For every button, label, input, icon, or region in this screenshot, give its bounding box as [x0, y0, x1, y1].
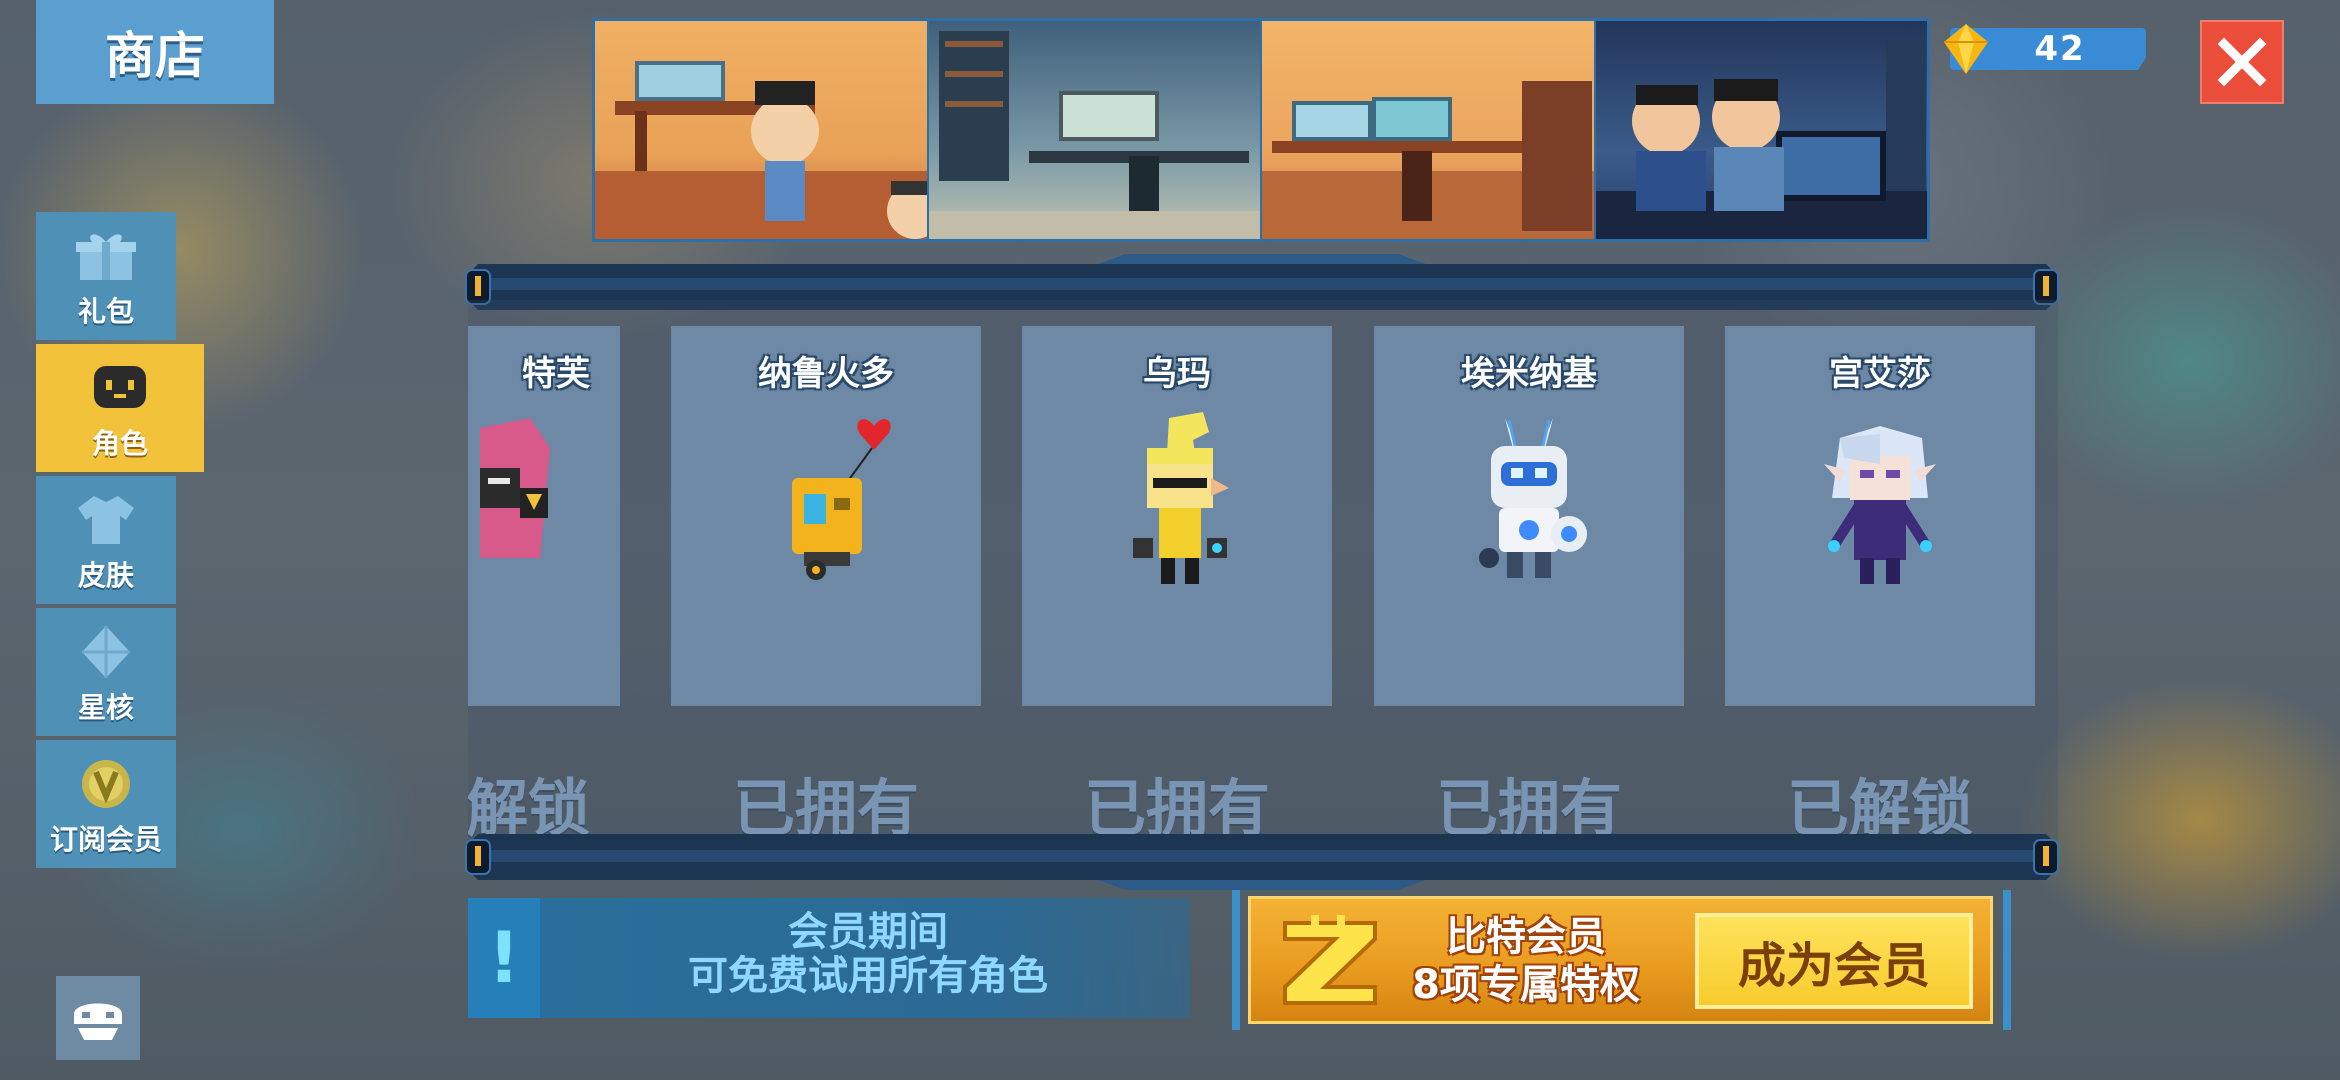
- character-face-icon: [94, 366, 146, 408]
- sidebar: 礼包 角色 皮肤 星核 订阅会员: [36, 212, 204, 872]
- character-status: 已拥有: [1435, 772, 1622, 840]
- sidebar-label: 星核: [77, 691, 134, 724]
- vip-line-1: 比特会员: [1446, 914, 1606, 960]
- chat-button[interactable]: [56, 976, 140, 1060]
- vip-promo-text: 比特会员 8项专属特权: [1401, 913, 1651, 1009]
- vip-badge-icon: [82, 760, 130, 808]
- gift-icon: [76, 234, 136, 280]
- sidebar-label: 订阅会员: [49, 823, 162, 856]
- character-name: 纳鲁火多: [758, 354, 894, 394]
- vip-line-2: 8项专属特权: [1412, 962, 1640, 1008]
- character-card[interactable]: 埃米纳基 已拥有: [1374, 326, 1684, 840]
- character-name: 特芙: [522, 354, 590, 394]
- character-name: 宫艾莎: [1829, 354, 1931, 394]
- close-button[interactable]: [2200, 20, 2284, 104]
- banner-image: [595, 21, 929, 239]
- info-badge: !: [468, 898, 540, 1018]
- banner-image: [1262, 21, 1596, 239]
- character-status: 已拥有: [732, 772, 919, 840]
- character-status: 已拥有: [1083, 772, 1270, 840]
- character-card[interactable]: 特芙 解锁: [468, 326, 620, 840]
- character-status: 已解锁: [1786, 772, 1973, 840]
- character-portrait: [480, 418, 550, 558]
- vip-frame-decoration: [2003, 890, 2011, 1030]
- bottom-rail-decoration: [465, 834, 2059, 890]
- close-icon: [2217, 37, 2267, 87]
- character-card[interactable]: 乌玛 已拥有: [1022, 326, 1332, 840]
- shop-title: 商店: [36, 0, 274, 104]
- character-portrait: [1824, 426, 1936, 584]
- shirt-icon: [78, 496, 134, 544]
- character-name: 埃米纳基: [1461, 354, 1597, 394]
- gem-icon: [1944, 24, 1988, 74]
- vip-logo-icon: [1283, 915, 1377, 1005]
- exclamation-icon: !: [488, 917, 520, 999]
- character-name: 乌玛: [1143, 354, 1211, 394]
- sidebar-label: 皮肤: [77, 559, 134, 592]
- membership-info: ! 会员期间 可免费试用所有角色: [468, 898, 1190, 1018]
- sidebar-label: 角色: [91, 427, 148, 460]
- sidebar-label: 礼包: [77, 295, 134, 328]
- character-portrait: [1133, 412, 1229, 584]
- vip-frame-decoration: [1232, 890, 1240, 1030]
- info-line-1: 会员期间: [788, 909, 948, 955]
- character-card[interactable]: 宫艾莎 已解锁: [1725, 326, 2035, 840]
- promo-banner[interactable]: [592, 18, 1930, 242]
- banner-image: [928, 21, 1262, 239]
- info-line-2: 可免费试用所有角色: [688, 953, 1048, 999]
- star-core-icon: [82, 626, 130, 678]
- character-portrait: [1479, 418, 1587, 578]
- character-status: 解锁: [468, 772, 590, 840]
- chat-robot-icon: [74, 1003, 122, 1040]
- banner-image: [1595, 21, 1927, 239]
- membership-info-text: 会员期间 可免费试用所有角色: [548, 910, 1188, 998]
- become-member-button[interactable]: 成为会员: [1695, 913, 1973, 1009]
- sidebar-item-star-core[interactable]: 星核: [36, 608, 176, 736]
- sidebar-item-character[interactable]: 角色: [36, 344, 204, 472]
- sidebar-item-gift[interactable]: 礼包: [36, 212, 176, 340]
- character-portrait: [792, 419, 891, 580]
- currency-amount: 42: [2034, 29, 2086, 69]
- sidebar-item-subscription[interactable]: 订阅会员: [36, 740, 176, 868]
- sidebar-item-skin[interactable]: 皮肤: [36, 476, 176, 604]
- character-card[interactable]: 纳鲁火多 已拥有: [671, 326, 981, 840]
- character-carousel[interactable]: 特芙 解锁 纳鲁火多 已拥有 乌玛 已拥有 埃米纳基 已拥有 宫艾莎 已解锁: [468, 300, 2058, 840]
- vip-promo[interactable]: 比特会员 8项专属特权 成为会员: [1248, 896, 1993, 1024]
